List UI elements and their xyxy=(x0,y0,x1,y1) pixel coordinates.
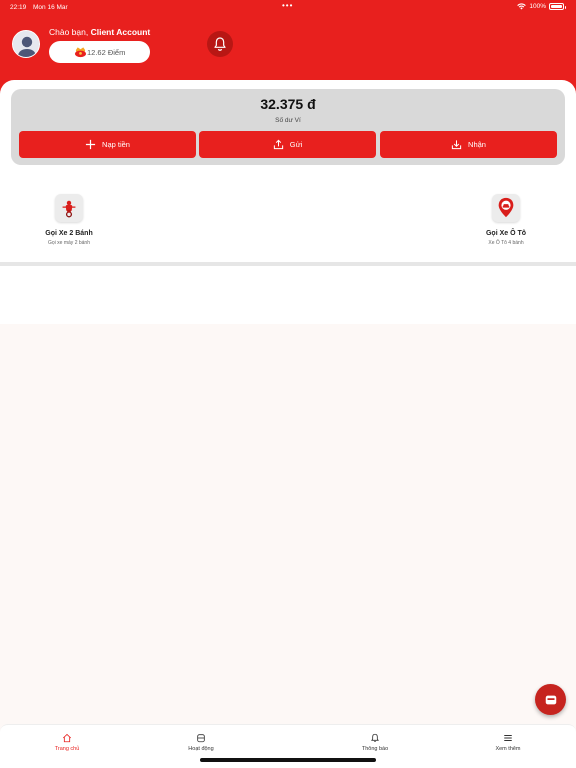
nav-label-activity: Hoạt động xyxy=(188,746,214,752)
points-value: 12.62 Điểm xyxy=(87,47,126,57)
topup-label: Nạp tiền xyxy=(102,140,130,149)
service-car-subtitle: Xe Ô Tô 4 bánh xyxy=(488,240,524,246)
home-icon xyxy=(62,733,72,743)
floating-action-button[interactable] xyxy=(535,684,566,715)
content-panel-lower xyxy=(0,266,576,324)
service-car-icon-box xyxy=(492,194,520,222)
service-bike-title: Gọi Xe 2 Bánh xyxy=(45,230,93,237)
points-badge[interactable]: 12.62 Điểm xyxy=(49,41,150,63)
service-car-title: Gọi Xe Ô Tô xyxy=(485,230,527,237)
menu-icon xyxy=(504,735,512,741)
topup-button[interactable]: Nạp tiền xyxy=(19,131,196,158)
wallet-balance: 32.375 đ xyxy=(260,96,316,112)
service-bike-icon-box xyxy=(55,194,83,222)
nav-item-notifications[interactable]: Thông báo xyxy=(335,733,415,752)
receive-button[interactable]: Nhận xyxy=(380,131,557,158)
nav-item-activity[interactable]: Hoạt động xyxy=(161,733,241,752)
activity-icon xyxy=(197,734,205,743)
nav-label-more: Xem thêm xyxy=(495,746,521,752)
nav-item-home[interactable]: Trang chủ xyxy=(27,733,107,752)
download-icon xyxy=(451,140,462,150)
status-time: 22:19 xyxy=(10,4,27,11)
upload-icon xyxy=(273,139,283,150)
plus-icon xyxy=(85,139,96,150)
battery-icon xyxy=(549,3,566,10)
wallet-fab-icon xyxy=(545,695,556,704)
battery-percent: 100% xyxy=(529,3,546,10)
service-bike-subtitle: Gọi xe máy 2 bánh xyxy=(48,240,90,246)
receive-label: Nhận xyxy=(468,140,486,149)
multitask-dots[interactable]: ••• xyxy=(282,1,293,10)
user-name: Client Account xyxy=(90,27,151,37)
bell-icon xyxy=(371,733,379,742)
wifi-icon xyxy=(517,3,527,10)
nav-item-more[interactable]: Xem thêm xyxy=(468,733,548,752)
greeting: Chào bạn, Client Account xyxy=(49,27,150,37)
nav-label-home: Trang chủ xyxy=(54,746,80,752)
status-right: 100% xyxy=(517,3,566,10)
service-car[interactable]: Gọi Xe Ô Tô Xe Ô Tô 4 bánh xyxy=(461,194,551,246)
car-pin-icon xyxy=(498,197,514,218)
status-bar: 22:19 Mon 16 Mar ••• 100% xyxy=(0,0,576,14)
send-label: Gửi xyxy=(289,140,303,149)
user-avatar-icon xyxy=(13,31,39,57)
status-date: Mon 16 Mar xyxy=(33,4,68,11)
scooter-icon xyxy=(62,200,76,218)
nav-label-notifications: Thông báo xyxy=(361,746,389,752)
service-bike[interactable]: Gọi Xe 2 Bánh Gọi xe máy 2 bánh xyxy=(24,194,114,246)
wallet-card: 32.375 đ Số dư Ví Nạp tiền Gửi Nhận xyxy=(11,89,565,165)
wallet-balance-label: Số dư Ví xyxy=(275,117,301,124)
bell-icon xyxy=(214,37,226,51)
send-button[interactable]: Gửi xyxy=(199,131,376,158)
home-indicator[interactable] xyxy=(200,758,376,762)
notification-bell-button[interactable] xyxy=(207,31,233,57)
greeting-prefix: Chào bạn, xyxy=(49,27,91,37)
avatar[interactable] xyxy=(12,30,40,58)
points-coin-icon xyxy=(74,47,87,58)
